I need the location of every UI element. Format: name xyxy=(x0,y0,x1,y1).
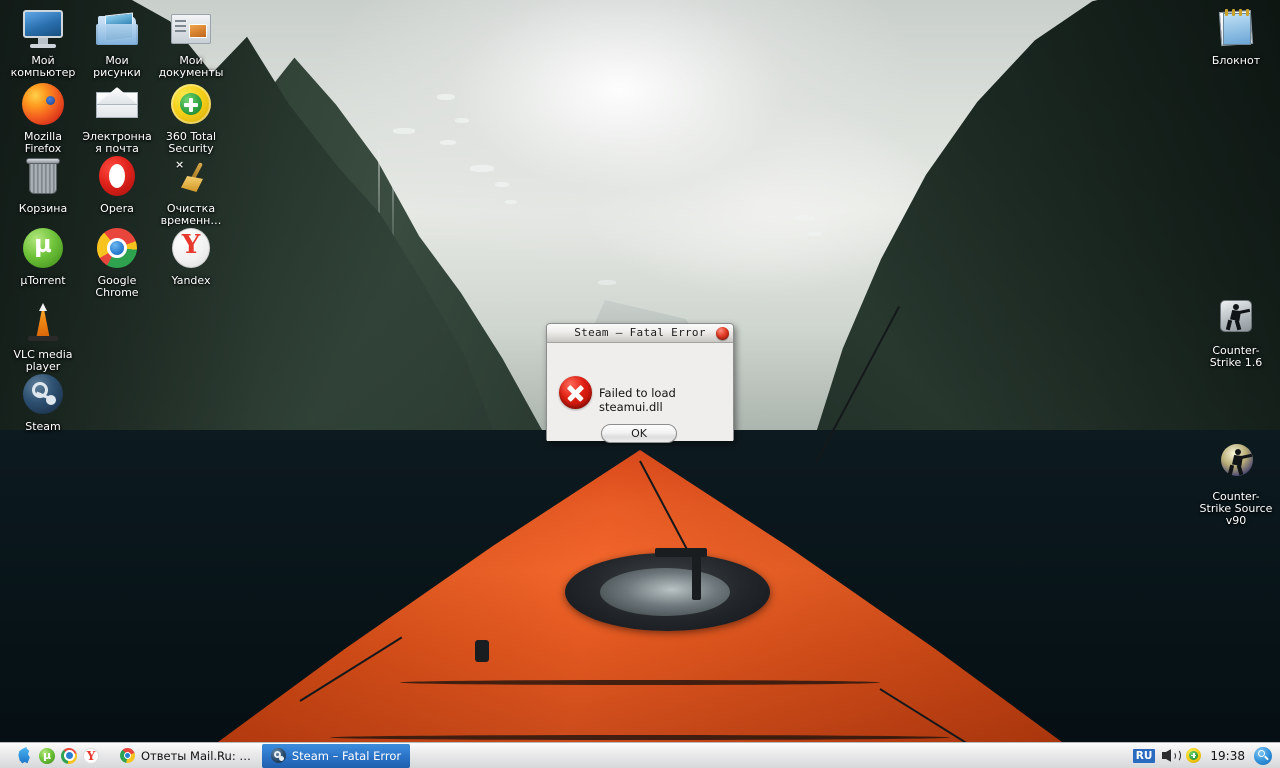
desktop-icon-label: µTorrent xyxy=(20,274,66,287)
desktop-icon-label: Yandex xyxy=(171,274,211,287)
task-button-list[interactable]: Ответы Mail.Ru: … Steam – Fatal Error xyxy=(107,743,1133,768)
kayak-fitting xyxy=(475,640,489,662)
taskbar[interactable]: µ Y Ответы Mail.Ru: … Steam – Fatal Erro… xyxy=(0,742,1280,768)
dialog-title: Steam – Fatal Error xyxy=(574,326,706,339)
start-button[interactable] xyxy=(16,747,33,764)
360-total-security-icon xyxy=(167,80,215,128)
desktop-icon-label: Мой компьютер xyxy=(10,54,76,79)
firefox-icon xyxy=(19,80,67,128)
desktop-icon-360-total-security[interactable]: 360 Total Security xyxy=(154,80,228,155)
email-icon xyxy=(93,80,141,128)
desktop-icon-my-documents[interactable]: Мои документы xyxy=(154,4,228,79)
search-icon[interactable] xyxy=(1254,746,1272,765)
yandex-icon: Y xyxy=(167,224,215,272)
speaker-icon[interactable] xyxy=(1162,748,1182,763)
wallpaper-snow-patch xyxy=(455,118,469,123)
desktop-icon-label: Opera xyxy=(100,202,134,215)
my-computer-icon xyxy=(19,4,67,52)
desktop-icon-vlc[interactable]: VLC media player xyxy=(6,298,80,373)
desktop-icon-label: Мои рисунки xyxy=(93,54,141,79)
counter-strike-16-icon xyxy=(1212,294,1260,342)
utorrent-icon: µ xyxy=(19,224,67,272)
desktop-icon-label: Корзина xyxy=(18,202,68,215)
kayak-strap xyxy=(692,556,701,600)
desktop-icon-label: Google Chrome xyxy=(95,274,139,299)
wallpaper-snow-patch xyxy=(393,128,415,134)
dialog-message: Failed to load steamui.dll xyxy=(599,386,676,414)
desktop-icon-counter-strike-source[interactable]: Counter-Strike Source v90 xyxy=(1199,440,1273,527)
ok-button[interactable]: OK xyxy=(601,424,677,443)
wallpaper-snow-patch xyxy=(437,94,455,100)
desktop[interactable]: Мой компьютер Мои рисунки Мои документы … xyxy=(0,0,1280,768)
dialog-titlebar[interactable]: Steam – Fatal Error xyxy=(547,324,733,343)
cleanup-broom-icon: × xyxy=(167,152,215,200)
desktop-icon-counter-strike-16[interactable]: Counter-Strike 1.6 xyxy=(1199,294,1273,369)
desktop-icon-steam[interactable]: Steam xyxy=(6,370,80,433)
quick-launch-utorrent[interactable]: µ xyxy=(39,747,55,764)
language-indicator[interactable]: RU xyxy=(1132,748,1156,763)
dialog-body: Failed to load steamui.dll OK xyxy=(547,343,733,443)
desktop-icon-my-computer[interactable]: Мой компьютер xyxy=(6,4,80,79)
kayak-seam xyxy=(330,735,950,740)
task-button-label: Ответы Mail.Ru: … xyxy=(141,748,251,763)
recycle-bin-icon xyxy=(19,152,67,200)
desktop-icon-opera[interactable]: Opera xyxy=(80,152,154,215)
opera-icon xyxy=(93,152,141,200)
task-button-steam-fatal-error[interactable]: Steam – Fatal Error xyxy=(261,743,411,768)
desktop-icon-google-chrome[interactable]: Google Chrome xyxy=(80,224,154,299)
apple-start-icon xyxy=(18,747,30,764)
task-button-label: Steam – Fatal Error xyxy=(291,748,402,763)
steam-icon xyxy=(270,748,286,763)
wallpaper-snow-patch xyxy=(598,280,616,285)
wallpaper-snow-patch xyxy=(495,182,509,187)
desktop-icon-temp-cleanup[interactable]: × Очистка временн… xyxy=(154,152,228,227)
system-tray[interactable]: RU 19:38 xyxy=(1132,743,1280,768)
desktop-icon-label: Блокнот xyxy=(1211,54,1261,67)
wallpaper-snow-patch xyxy=(795,215,815,221)
desktop-icon-firefox[interactable]: Mozilla Firefox xyxy=(6,80,80,155)
chrome-icon xyxy=(120,748,135,763)
wallpaper-snow-patch xyxy=(808,232,822,236)
desktop-icon-my-pictures[interactable]: Мои рисунки xyxy=(80,4,154,79)
wallpaper-snow-patch xyxy=(440,140,456,145)
task-button-mailru[interactable]: Ответы Mail.Ru: … xyxy=(111,744,260,768)
desktop-icon-label: Counter-Strike Source v90 xyxy=(1199,490,1273,527)
close-icon[interactable] xyxy=(716,327,729,340)
desktop-icon-notepad[interactable]: Блокнот xyxy=(1199,4,1273,67)
chrome-icon xyxy=(93,224,141,272)
desktop-icon-label: Мои документы xyxy=(158,54,224,79)
desktop-icon-email[interactable]: Электронная почта xyxy=(80,80,154,155)
desktop-icon-recycle-bin[interactable]: Корзина xyxy=(6,152,80,215)
notepad-icon xyxy=(1212,4,1260,52)
counter-strike-source-icon xyxy=(1212,440,1260,488)
my-documents-icon xyxy=(167,4,215,52)
desktop-icon-label: Counter-Strike 1.6 xyxy=(1209,344,1263,369)
my-pictures-folder-icon xyxy=(93,4,141,52)
error-cross-icon xyxy=(559,376,592,409)
clock[interactable]: 19:38 xyxy=(1208,749,1247,763)
wallpaper-snow-patch xyxy=(505,200,517,204)
desktop-icon-yandex[interactable]: Y Yandex xyxy=(154,224,228,287)
kayak-hatch-inner xyxy=(600,568,730,616)
quick-launch-yandex[interactable]: Y xyxy=(83,747,99,764)
quick-launch-bar[interactable]: µ Y xyxy=(0,743,107,768)
desktop-icon-label: Steam xyxy=(25,420,61,433)
vlc-icon xyxy=(19,298,67,346)
quick-launch-chrome[interactable] xyxy=(61,747,77,764)
360-total-security-tray-icon[interactable] xyxy=(1186,748,1202,763)
desktop-icon-utorrent[interactable]: µ µTorrent xyxy=(6,224,80,287)
steam-fatal-error-dialog[interactable]: Steam – Fatal Error Failed to load steam… xyxy=(546,323,734,443)
steam-icon xyxy=(19,370,67,418)
kayak-seam xyxy=(400,680,880,685)
wallpaper-snow-patch xyxy=(470,165,494,172)
